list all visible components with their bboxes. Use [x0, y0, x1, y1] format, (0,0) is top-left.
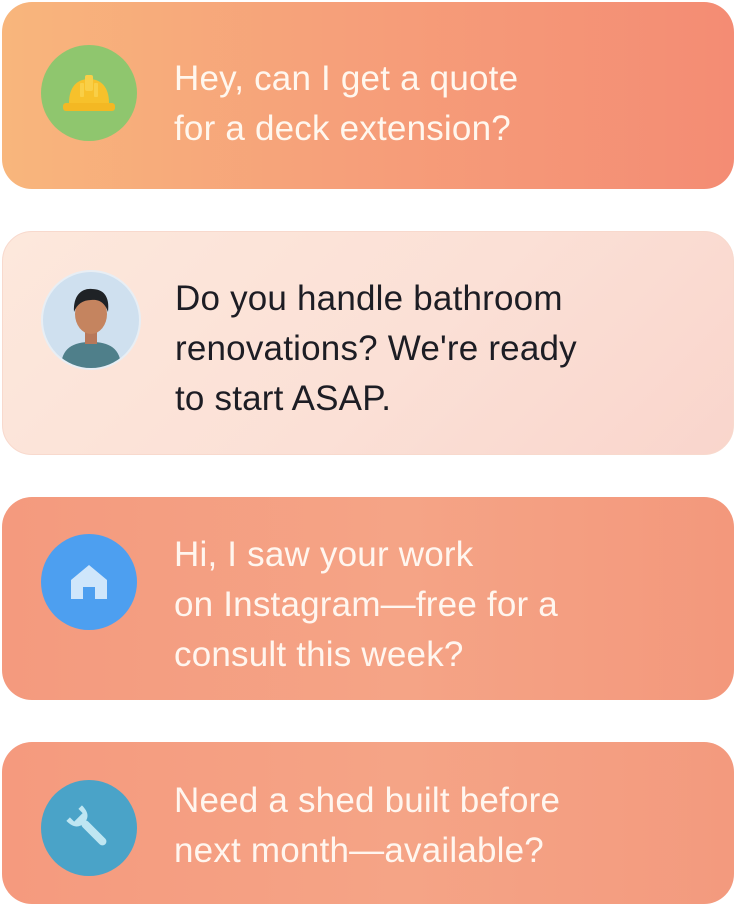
message-line: for a deck extension? — [174, 109, 511, 148]
person-avatar — [41, 270, 141, 370]
hard-hat-icon — [63, 75, 115, 111]
wrench-avatar — [41, 780, 137, 876]
hard-hat-avatar — [41, 45, 137, 141]
message-text: Hi, I saw your work on Instagram—free fo… — [174, 530, 694, 680]
message-line: on Instagram—free for a — [174, 585, 558, 624]
message-line: Need a shed built before — [174, 781, 561, 820]
message-text: Hey, can I get a quote for a deck extens… — [174, 54, 694, 154]
house-icon — [71, 565, 107, 599]
message-line: next month—available? — [174, 831, 544, 870]
message-card-instagram-consult[interactable]: Hi, I saw your work on Instagram—free fo… — [2, 497, 734, 700]
message-card-deck-quote[interactable]: Hey, can I get a quote for a deck extens… — [2, 2, 734, 189]
wrench-icon — [66, 805, 107, 846]
house-avatar — [41, 534, 137, 630]
message-line: Hey, can I get a quote — [174, 59, 519, 98]
message-card-bathroom-renovation[interactable]: Do you handle bathroom renovations? We'r… — [2, 231, 734, 455]
message-line: renovations? We're ready — [175, 329, 577, 368]
message-line: to start ASAP. — [175, 379, 392, 418]
message-text: Do you handle bathroom renovations? We'r… — [175, 274, 693, 424]
message-card-shed-build[interactable]: Need a shed built before next month—avai… — [2, 742, 734, 904]
message-text: Need a shed built before next month—avai… — [174, 776, 694, 876]
person-avatar-icon — [61, 288, 121, 368]
message-line: Do you handle bathroom — [175, 279, 563, 318]
message-line: consult this week? — [174, 635, 464, 674]
message-line: Hi, I saw your work — [174, 535, 474, 574]
